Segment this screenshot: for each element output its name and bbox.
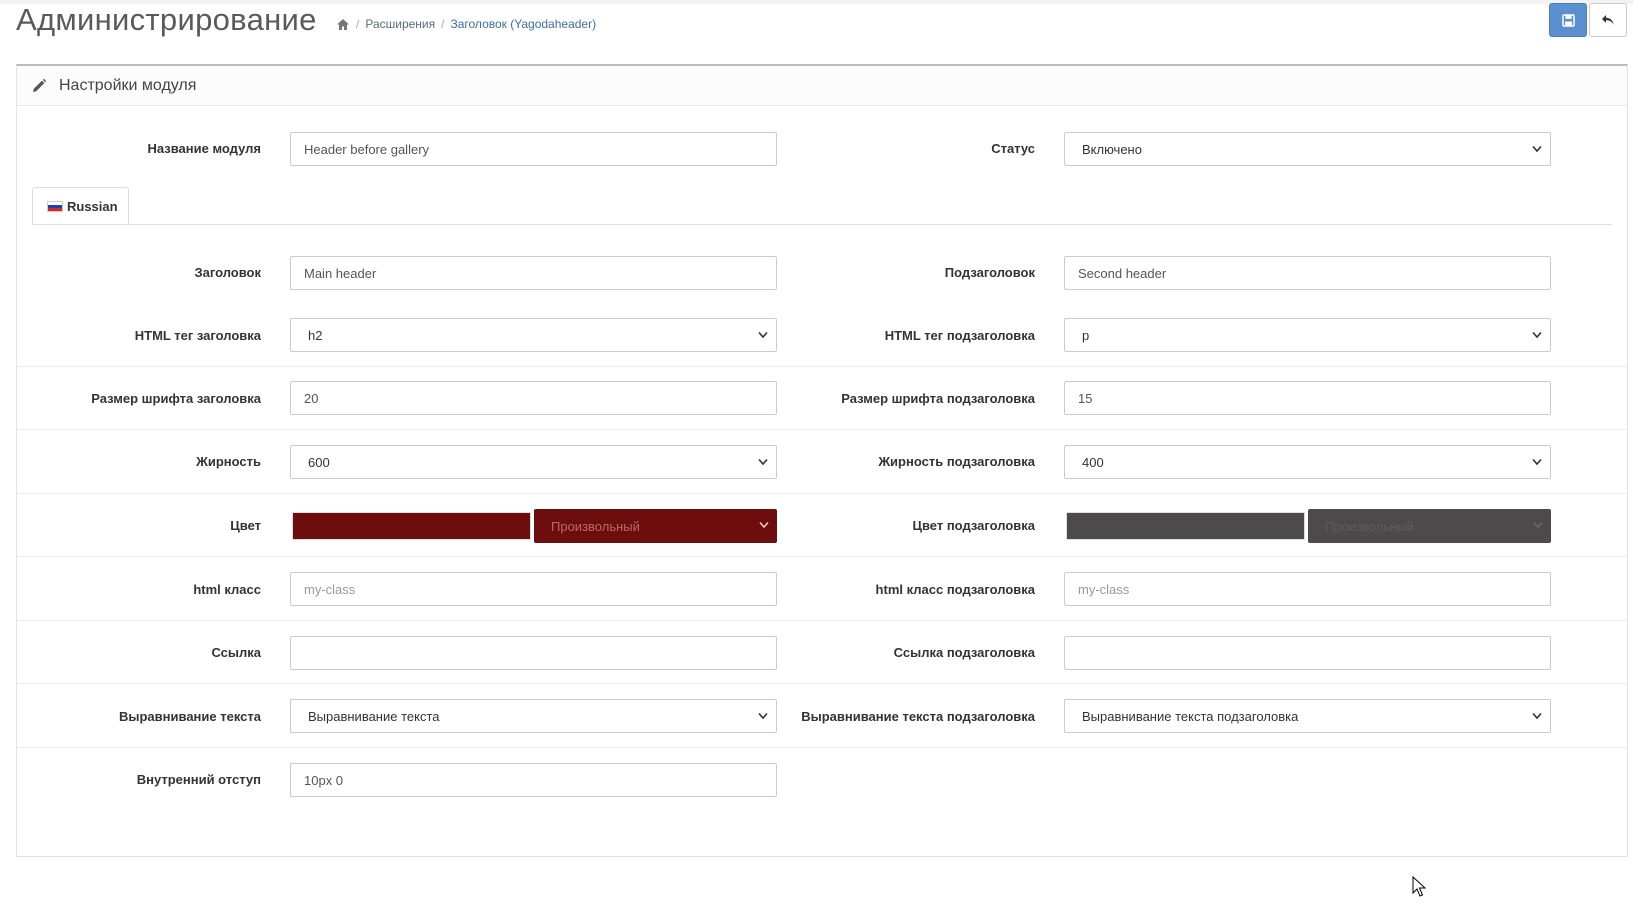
link-input[interactable] bbox=[290, 636, 777, 670]
breadcrumb-separator: / bbox=[441, 17, 445, 31]
heading-input[interactable]: Main header bbox=[290, 256, 777, 290]
subheading-color-select[interactable]: Произвольный bbox=[1308, 509, 1551, 543]
subheading-link-label: Ссылка подзаголовка bbox=[893, 645, 1035, 660]
subheading-color-select-value: Произвольный bbox=[1325, 518, 1414, 534]
weight-value: 600 bbox=[308, 454, 330, 470]
status-select[interactable]: Включено bbox=[1064, 132, 1551, 166]
save-button[interactable] bbox=[1549, 3, 1587, 37]
heading-tag-value: h2 bbox=[308, 327, 323, 343]
module-name-input[interactable]: Header before gallery bbox=[290, 132, 777, 166]
chevron-down-icon bbox=[1532, 712, 1542, 720]
class-label: html класс bbox=[193, 582, 261, 597]
subheading-tag-label: HTML тег подзаголовка bbox=[884, 328, 1035, 343]
tab-russian-label: Russian bbox=[67, 198, 118, 214]
padding-label: Внутренний отступ bbox=[136, 772, 261, 787]
chevron-down-icon bbox=[1532, 145, 1542, 153]
back-button[interactable] bbox=[1589, 3, 1627, 37]
color-label: Цвет bbox=[230, 518, 261, 533]
heading-label: Заголовок bbox=[194, 265, 261, 280]
link-label: Ссылка bbox=[211, 645, 261, 660]
subheading-size-label: Размер шрифта подзаголовка bbox=[841, 391, 1035, 406]
breadcrumb-current[interactable]: Заголовок (Yagodaheader) bbox=[450, 17, 596, 31]
heading-size-label: Размер шрифта заголовка bbox=[91, 391, 261, 406]
breadcrumb-separator: / bbox=[356, 17, 360, 31]
row-divider bbox=[17, 620, 1627, 621]
row-divider bbox=[17, 683, 1627, 684]
module-settings-panel: Настройки модуля Название модуля Header … bbox=[16, 64, 1628, 857]
chevron-down-icon bbox=[758, 712, 768, 720]
subheading-color-swatch[interactable] bbox=[1066, 512, 1305, 540]
chevron-down-icon bbox=[758, 331, 768, 339]
heading-size-input[interactable]: 20 bbox=[290, 381, 777, 415]
save-icon bbox=[1561, 13, 1575, 27]
tab-russian[interactable]: Russian bbox=[32, 187, 129, 225]
weight-label: Жирность bbox=[196, 454, 261, 469]
subheading-align-select[interactable]: Выравнивание текста подзаголовка bbox=[1064, 699, 1551, 733]
subheading-tag-value: p bbox=[1082, 327, 1090, 343]
reply-icon bbox=[1602, 15, 1614, 25]
row-divider bbox=[17, 493, 1627, 494]
heading-tag-label: HTML тег заголовка bbox=[134, 328, 261, 343]
class-input[interactable] bbox=[290, 572, 777, 606]
mouse-cursor-icon bbox=[1412, 876, 1426, 897]
color-swatch[interactable] bbox=[292, 512, 531, 540]
subheading-align-value: Выравнивание текста подзаголовка bbox=[1082, 708, 1299, 724]
subheading-class-input[interactable] bbox=[1064, 572, 1551, 606]
subheading-class-label: html класс подзаголовка bbox=[875, 582, 1035, 597]
subheading-input[interactable]: Second header bbox=[1064, 256, 1551, 290]
subheading-weight-select[interactable]: 400 bbox=[1064, 445, 1551, 479]
row-divider bbox=[17, 556, 1627, 557]
align-value: Выравнивание текста bbox=[308, 708, 440, 724]
panel-title: Настройки модуля bbox=[59, 76, 197, 94]
row-divider bbox=[17, 366, 1627, 367]
russia-flag-icon bbox=[47, 200, 63, 212]
subheading-tag-select[interactable]: p bbox=[1064, 318, 1551, 352]
row-divider bbox=[17, 429, 1627, 430]
chevron-down-icon bbox=[1532, 458, 1542, 466]
page-title: Администрирование bbox=[16, 2, 317, 37]
subheading-weight-label: Жирность подзаголовка bbox=[878, 454, 1035, 469]
subheading-weight-value: 400 bbox=[1082, 454, 1104, 470]
align-label: Выравнивание текста bbox=[119, 709, 261, 724]
subheading-align-label: Выравнивание текста подзаголовка bbox=[801, 709, 1035, 724]
module-name-label: Название модуля bbox=[147, 141, 261, 156]
row-divider bbox=[17, 747, 1627, 748]
subheading-label: Подзаголовок bbox=[944, 265, 1035, 280]
padding-input[interactable]: 10px 0 bbox=[290, 763, 777, 797]
chevron-down-icon bbox=[1532, 331, 1542, 339]
chevron-down-icon bbox=[1533, 521, 1543, 529]
status-select-value: Включено bbox=[1082, 141, 1142, 157]
color-select[interactable]: Произвольный bbox=[534, 509, 777, 543]
subheading-size-input[interactable]: 15 bbox=[1064, 381, 1551, 415]
status-label: Статус bbox=[991, 141, 1035, 156]
pencil-icon bbox=[33, 78, 47, 92]
weight-select[interactable]: 600 bbox=[290, 445, 777, 479]
panel-heading: Настройки модуля bbox=[17, 66, 1627, 106]
home-icon[interactable] bbox=[336, 18, 350, 31]
tab-divider bbox=[32, 224, 1612, 225]
chevron-down-icon bbox=[758, 458, 768, 466]
chevron-down-icon bbox=[759, 521, 769, 529]
color-select-value: Произвольный bbox=[551, 518, 640, 534]
subheading-link-input[interactable] bbox=[1064, 636, 1551, 670]
breadcrumb: / Расширения / Заголовок (Yagodaheader) bbox=[336, 17, 596, 31]
breadcrumb-extensions[interactable]: Расширения bbox=[365, 17, 435, 31]
heading-tag-select[interactable]: h2 bbox=[290, 318, 777, 352]
align-select[interactable]: Выравнивание текста bbox=[290, 699, 777, 733]
subheading-color-label: Цвет подзаголовка bbox=[912, 518, 1035, 533]
